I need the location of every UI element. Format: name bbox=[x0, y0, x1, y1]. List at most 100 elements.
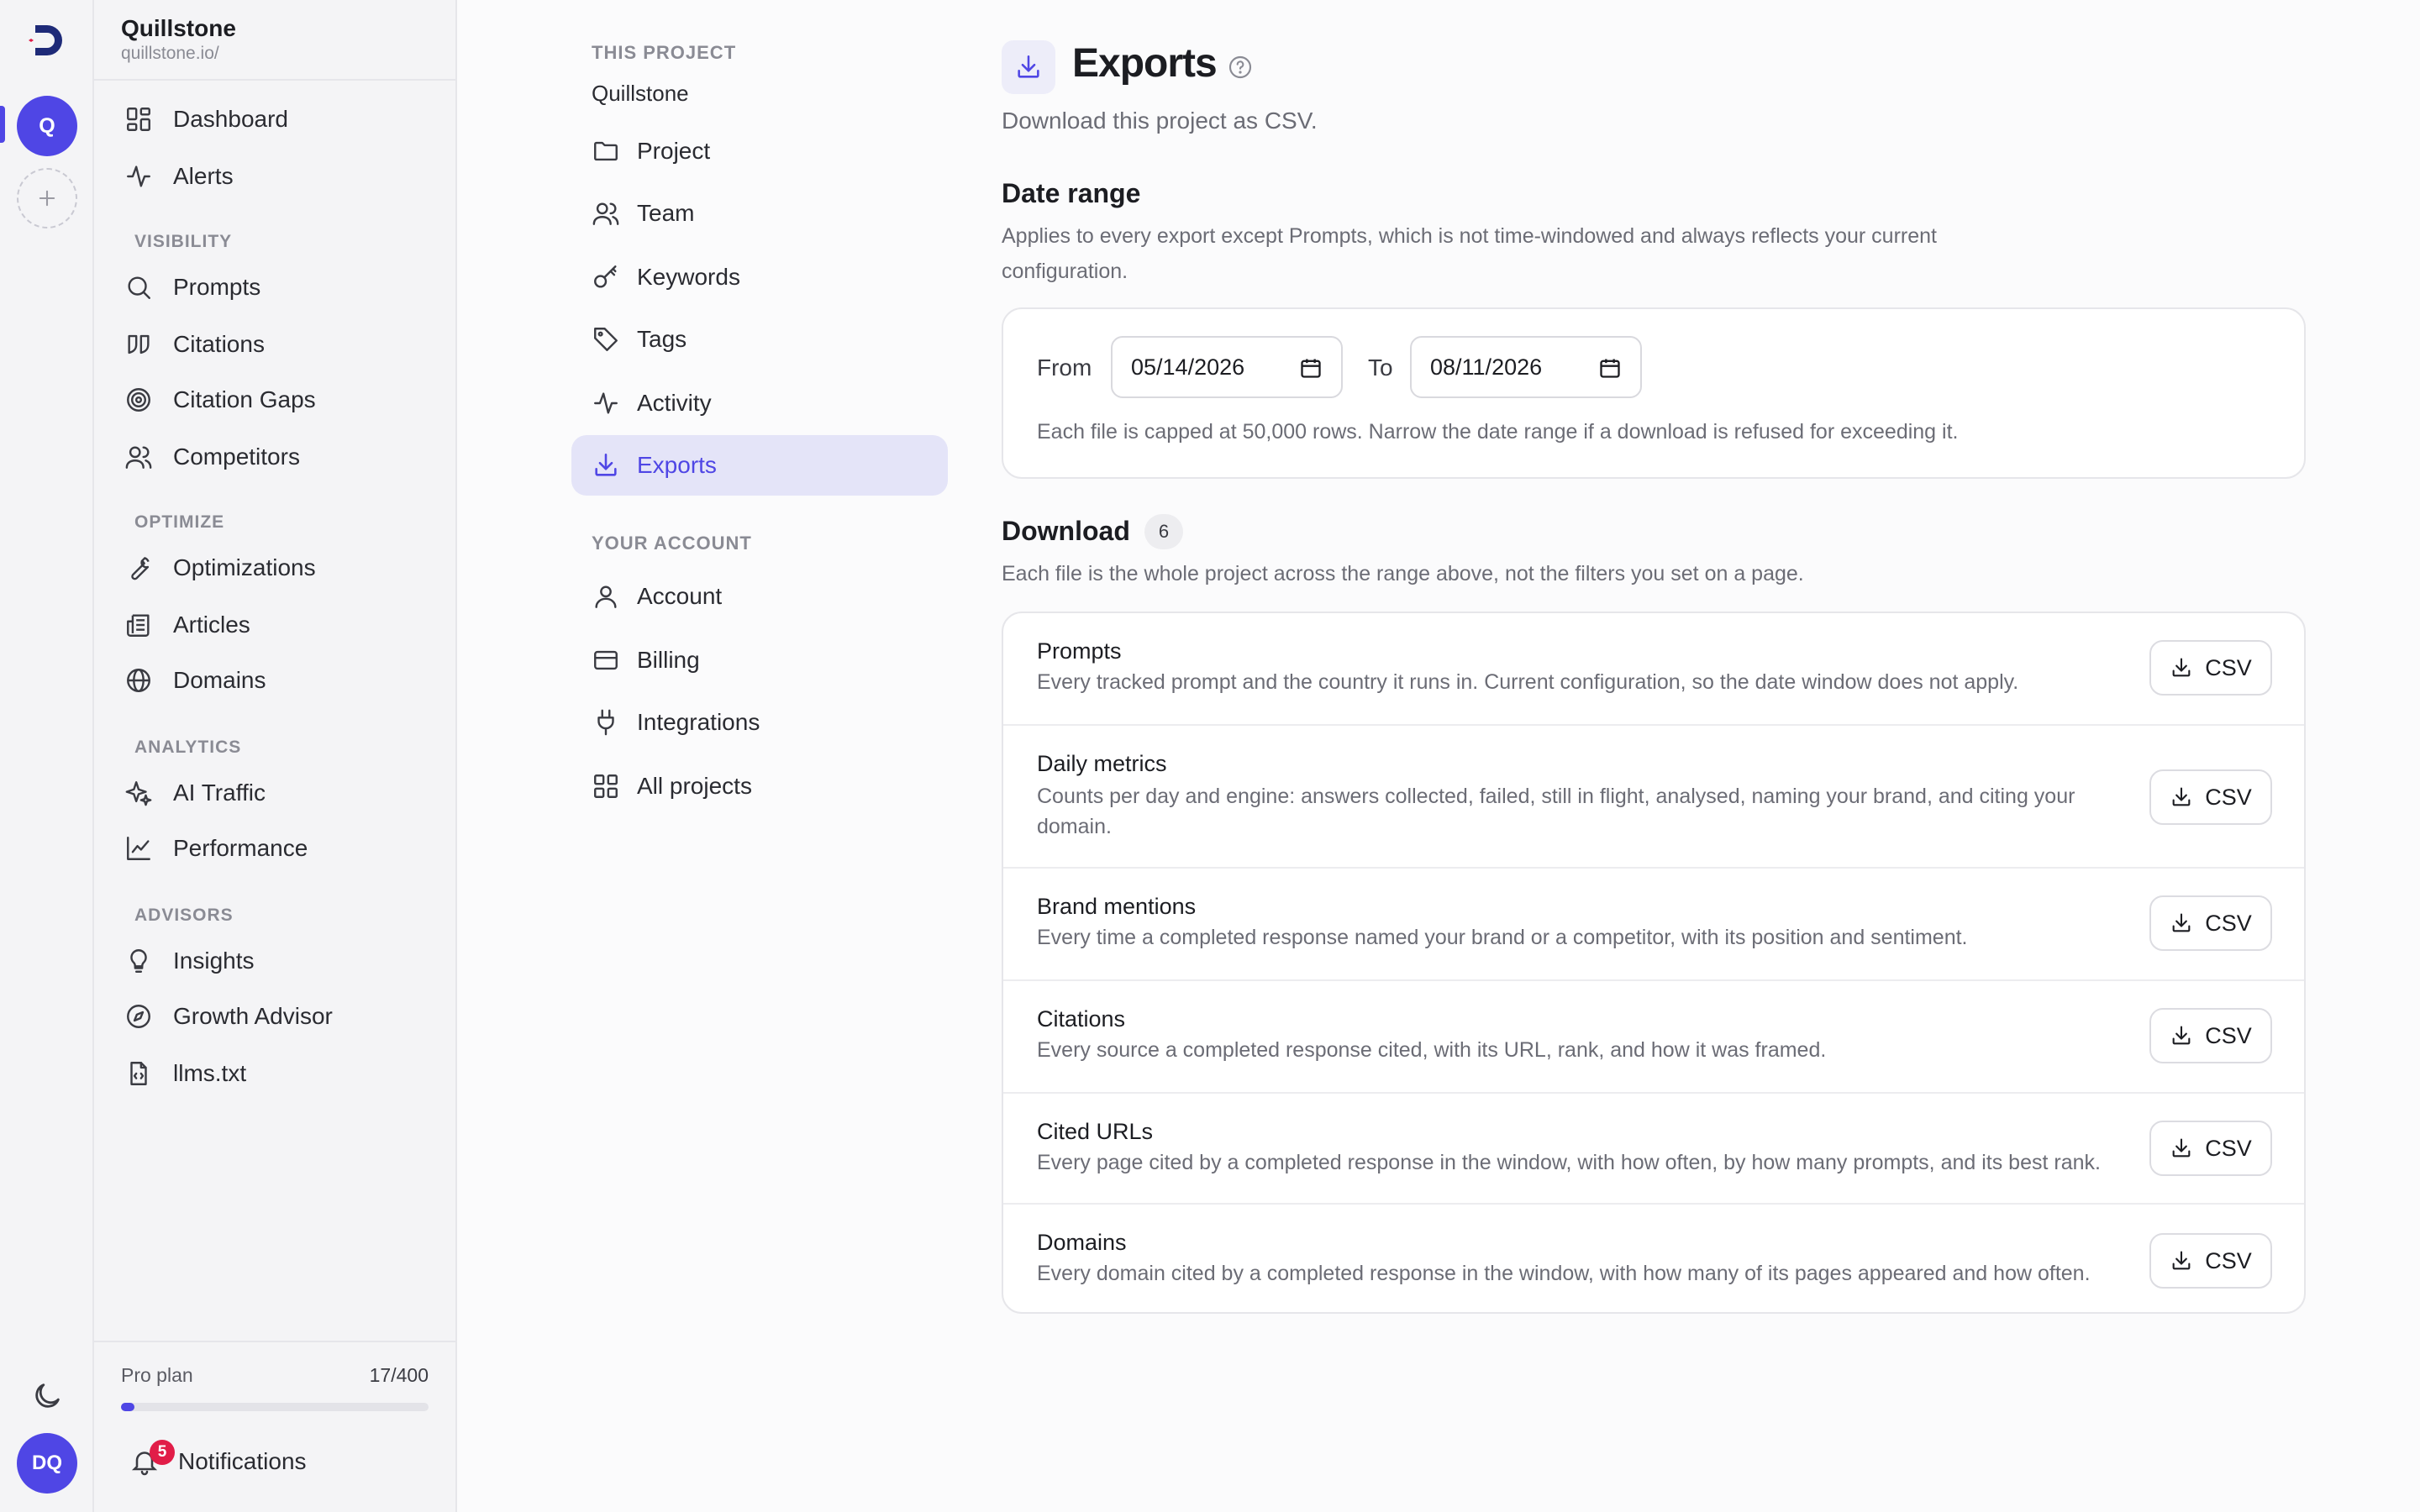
plan-usage-bar bbox=[121, 1403, 429, 1411]
pulse-icon bbox=[592, 389, 620, 417]
key-icon bbox=[592, 263, 620, 291]
settings-item-activity[interactable]: Activity bbox=[571, 373, 948, 433]
sidebar-item-dashboard[interactable]: Dashboard bbox=[124, 97, 288, 141]
download-count-badge: 6 bbox=[1144, 514, 1183, 549]
sidebar-item-llms-txt[interactable]: llms.txt bbox=[124, 1052, 246, 1095]
plug-icon bbox=[592, 708, 620, 737]
globe-icon bbox=[124, 666, 153, 695]
section-optimize: OPTIMIZE bbox=[134, 512, 225, 532]
divider bbox=[94, 79, 455, 81]
sidebar-item-competitors[interactable]: Competitors bbox=[124, 435, 300, 479]
section-advisors: ADVISORS bbox=[134, 906, 234, 925]
export-row-daily-metrics: Daily metrics Counts per day and engine:… bbox=[1003, 724, 2304, 867]
download-icon bbox=[592, 451, 620, 480]
download-icon bbox=[2170, 785, 2193, 809]
app-logo-icon[interactable] bbox=[24, 17, 71, 64]
export-description: Every tracked prompt and the country it … bbox=[1037, 670, 2019, 694]
sidebar-item-insights[interactable]: Insights bbox=[124, 939, 255, 983]
plus-icon bbox=[39, 190, 55, 207]
to-date-input[interactable]: 08/11/2026 bbox=[1410, 336, 1642, 398]
download-csv-button[interactable]: CSV bbox=[2149, 769, 2272, 825]
sidebar-item-articles[interactable]: Articles bbox=[124, 603, 250, 647]
sidebar-item-domains[interactable]: Domains bbox=[124, 659, 266, 702]
download-icon bbox=[2170, 911, 2193, 935]
lightbulb-icon bbox=[124, 947, 153, 975]
from-date-input[interactable]: 05/14/2026 bbox=[1111, 336, 1343, 398]
download-icon bbox=[1014, 53, 1043, 81]
file-code-icon bbox=[124, 1059, 153, 1088]
project-header[interactable]: Quillstone quillstone.io/ bbox=[121, 15, 236, 64]
folder-icon bbox=[592, 137, 620, 165]
download-icon bbox=[2170, 1137, 2193, 1160]
export-row-cited-urls: Cited URLs Every page cited by a complet… bbox=[1003, 1092, 2304, 1203]
settings-item-billing[interactable]: Billing bbox=[571, 630, 948, 690]
line-chart-icon bbox=[124, 834, 153, 863]
workspace-rail: Q DQ bbox=[0, 0, 94, 1512]
sidebar-item-ai-traffic[interactable]: AI Traffic bbox=[124, 771, 266, 815]
export-row-prompts: Prompts Every tracked prompt and the cou… bbox=[1003, 613, 2304, 724]
project-url: quillstone.io/ bbox=[121, 44, 219, 63]
divider bbox=[94, 1341, 455, 1342]
newspaper-icon bbox=[124, 611, 153, 639]
row-cap-note: Each file is capped at 50,000 rows. Narr… bbox=[1037, 420, 1959, 444]
export-description: Counts per day and engine: answers colle… bbox=[1037, 785, 2075, 838]
settings-item-exports[interactable]: Exports bbox=[571, 435, 948, 496]
settings-item-integrations[interactable]: Integrations bbox=[571, 692, 948, 753]
settings-item-tags[interactable]: Tags bbox=[571, 309, 948, 370]
date-range-card: From 05/14/2026 To 08/11/2026 Each file … bbox=[1002, 307, 2306, 479]
sidebar-item-citation-gaps[interactable]: Citation Gaps bbox=[124, 378, 316, 422]
download-csv-button[interactable]: CSV bbox=[2149, 895, 2272, 951]
download-heading: Download bbox=[1002, 516, 1130, 546]
download-csv-button[interactable]: CSV bbox=[2149, 1008, 2272, 1063]
export-row-brand-mentions: Brand mentions Every time a completed re… bbox=[1003, 867, 2304, 979]
exports-title-icon bbox=[1002, 40, 1055, 94]
settings-item-project[interactable]: Project bbox=[571, 121, 948, 181]
page-subtitle: Download this project as CSV. bbox=[1002, 108, 1318, 134]
export-description: Every source a completed response cited,… bbox=[1037, 1038, 1827, 1062]
date-range-description: Applies to every export except Prompts, … bbox=[1002, 224, 1937, 283]
plan-usage-count: 17/400 bbox=[369, 1364, 429, 1386]
plan-usage-fill bbox=[121, 1403, 134, 1411]
project-switcher-button[interactable]: Q bbox=[17, 96, 77, 156]
export-title: Cited URLs bbox=[1037, 1119, 1154, 1144]
sidebar-item-alerts[interactable]: Alerts bbox=[124, 155, 234, 198]
download-icon bbox=[2170, 656, 2193, 680]
sidebar-item-prompts[interactable]: Prompts bbox=[124, 265, 260, 309]
download-csv-button[interactable]: CSV bbox=[2149, 1121, 2272, 1176]
export-title: Daily metrics bbox=[1037, 751, 1167, 776]
export-title: Citations bbox=[1037, 1006, 1126, 1032]
calendar-icon[interactable] bbox=[1598, 356, 1622, 380]
sidebar-item-optimizations[interactable]: Optimizations bbox=[124, 546, 316, 590]
section-visibility: VISIBILITY bbox=[134, 232, 233, 251]
download-csv-button[interactable]: CSV bbox=[2149, 640, 2272, 696]
tag-icon bbox=[592, 325, 620, 354]
settings-item-account[interactable]: Account bbox=[571, 566, 948, 627]
download-icon bbox=[2170, 1249, 2193, 1273]
export-description: Every page cited by a completed response… bbox=[1037, 1151, 2101, 1174]
credit-card-icon bbox=[592, 646, 620, 675]
quote-icon bbox=[124, 330, 153, 359]
calendar-icon[interactable] bbox=[1299, 356, 1323, 380]
sidebar-item-performance[interactable]: Performance bbox=[124, 827, 308, 870]
export-row-domains: Domains Every domain cited by a complete… bbox=[1003, 1203, 2304, 1314]
settings-item-all-projects[interactable]: All projects bbox=[571, 756, 948, 816]
sidebar-item-growth-advisor[interactable]: Growth Advisor bbox=[124, 995, 333, 1038]
moon-icon[interactable] bbox=[30, 1379, 64, 1413]
sidebar-item-citations[interactable]: Citations bbox=[124, 323, 265, 366]
rail-active-indicator bbox=[0, 106, 5, 143]
dashboard-icon bbox=[124, 105, 153, 134]
date-range-heading: Date range bbox=[1002, 178, 1141, 208]
help-icon[interactable] bbox=[1227, 54, 1254, 81]
settings-item-team[interactable]: Team bbox=[571, 183, 948, 244]
export-title: Prompts bbox=[1037, 638, 1122, 664]
settings-item-keywords[interactable]: Keywords bbox=[571, 247, 948, 307]
download-csv-button[interactable]: CSV bbox=[2149, 1233, 2272, 1289]
add-project-button[interactable] bbox=[17, 168, 77, 228]
user-avatar[interactable]: DQ bbox=[17, 1433, 77, 1494]
section-analytics: ANALYTICS bbox=[134, 738, 242, 757]
notification-count-badge: 5 bbox=[150, 1440, 175, 1465]
search-icon bbox=[124, 273, 153, 302]
target-icon bbox=[124, 386, 153, 414]
export-title: Domains bbox=[1037, 1230, 1127, 1255]
settings-project-name: Quillstone bbox=[592, 81, 689, 106]
